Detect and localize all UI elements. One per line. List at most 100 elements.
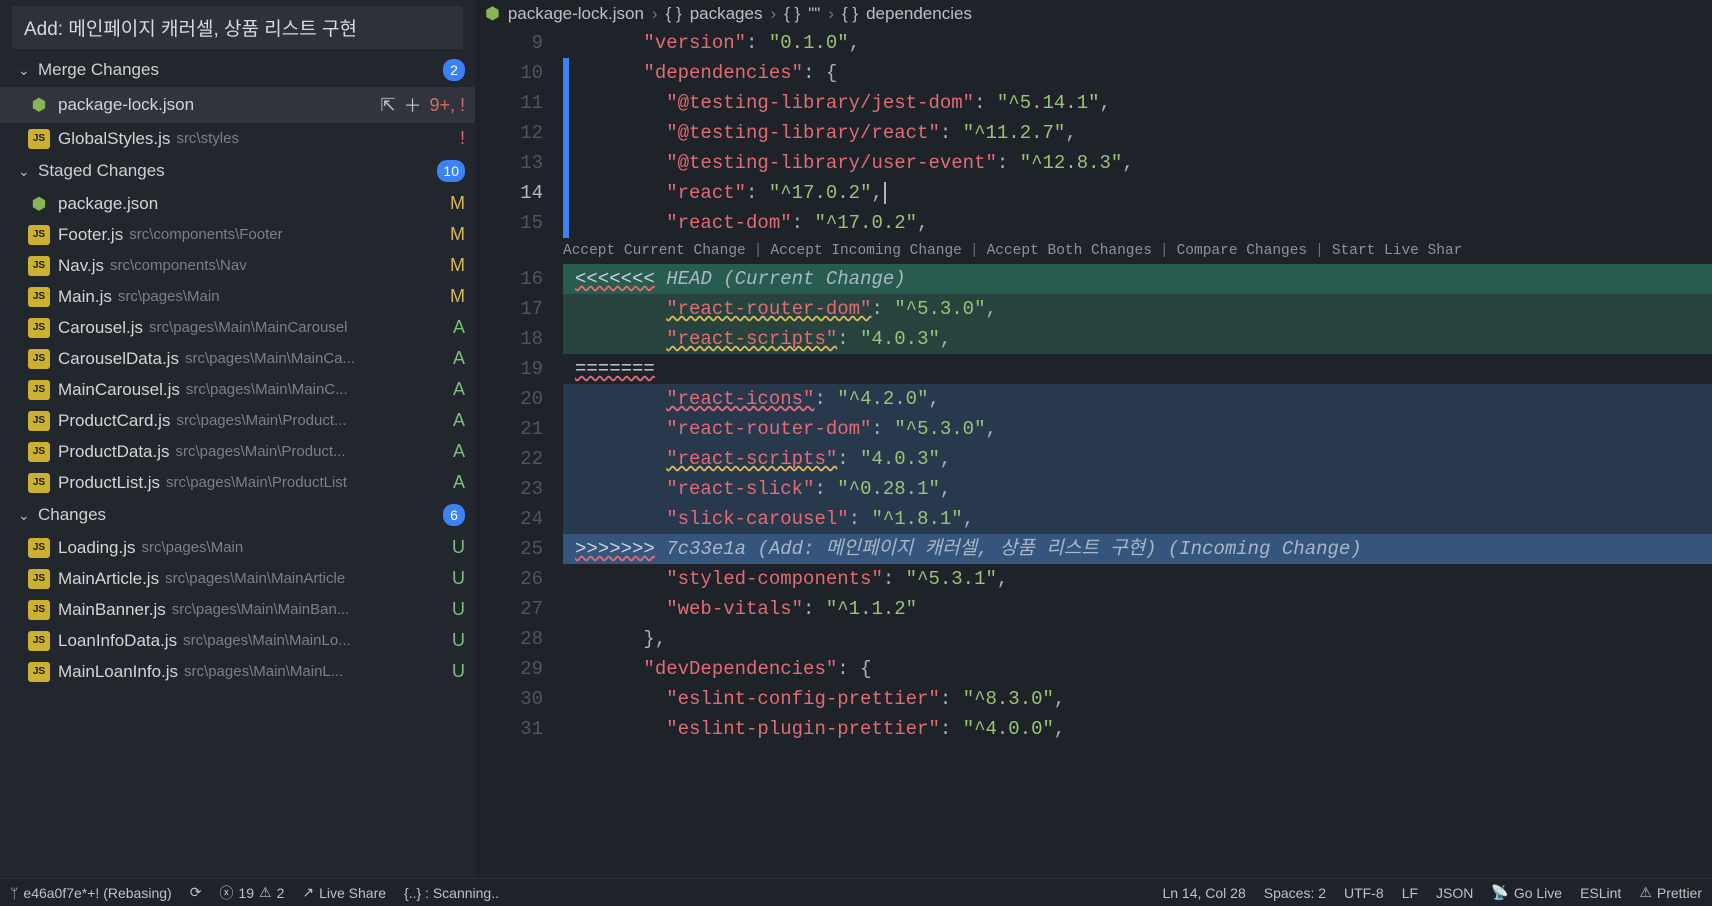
- code-line[interactable]: "@testing-library/jest-dom": "^5.14.1",: [563, 88, 1712, 118]
- compare-changes[interactable]: Compare Changes: [1177, 236, 1308, 266]
- code-line[interactable]: "web-vitals": "^1.1.2": [563, 594, 1712, 624]
- gutter-marker: [563, 118, 569, 148]
- section-staged-changes[interactable]: ⌄ Staged Changes 10: [0, 154, 475, 188]
- code-line[interactable]: "react-scripts": "4.0.3",: [563, 444, 1712, 474]
- code-line[interactable]: "eslint-config-prettier": "^8.3.0",: [563, 684, 1712, 714]
- file-row[interactable]: JS Loading.js src\pages\Main U: [0, 532, 475, 563]
- code-line[interactable]: "react-dom": "^17.0.2",: [563, 208, 1712, 238]
- staged-count-badge: 10: [437, 160, 465, 182]
- file-name: Main.js: [58, 287, 112, 307]
- branch-status[interactable]: ᛘ e46a0f7e*+! (Rebasing): [10, 885, 172, 901]
- eslint-status[interactable]: ESLint: [1580, 885, 1621, 901]
- file-row[interactable]: JS ProductData.js src\pages\Main\Product…: [0, 436, 475, 467]
- file-row[interactable]: JS Nav.js src\components\Nav M: [0, 250, 475, 281]
- breadcrumb-file[interactable]: package-lock.json: [508, 4, 644, 24]
- code-line[interactable]: "react-router-dom": "^5.3.0",: [563, 414, 1712, 444]
- file-path: src\pages\Main\ProductList: [166, 474, 347, 491]
- prettier-status[interactable]: ⚠ Prettier: [1639, 884, 1702, 901]
- code-line[interactable]: "react-router-dom": "^5.3.0",: [563, 294, 1712, 324]
- js-icon: JS: [28, 569, 50, 589]
- code-line[interactable]: },: [563, 624, 1712, 654]
- code-editor[interactable]: 9101112131415161718192021222324252627282…: [475, 28, 1712, 878]
- code-line[interactable]: <<<<<<< HEAD (Current Change): [563, 264, 1712, 294]
- code-line[interactable]: "@testing-library/user-event": "^12.8.3"…: [563, 148, 1712, 178]
- chevron-right-icon: ›: [828, 4, 834, 24]
- file-row[interactable]: ⬢ package.json M: [0, 188, 475, 219]
- section-label: Staged Changes: [38, 161, 165, 181]
- file-row[interactable]: ⬢ package-lock.json ⇱＋ 9+, !: [0, 87, 475, 123]
- sync-button[interactable]: ⟳: [190, 884, 202, 901]
- breadcrumb-seg[interactable]: dependencies: [866, 4, 972, 24]
- code-line[interactable]: "eslint-plugin-prettier": "^4.0.0",: [563, 714, 1712, 744]
- file-status: U: [452, 630, 465, 651]
- go-live-button[interactable]: 📡 Go Live: [1491, 884, 1562, 901]
- file-row[interactable]: JS Footer.js src\components\Footer M: [0, 219, 475, 250]
- commit-message-input[interactable]: Add: 메인페이지 캐러셀, 상품 리스트 구현: [12, 6, 463, 49]
- file-path: src\components\Footer: [129, 226, 282, 243]
- problems-status[interactable]: ⓧ19 ⚠2: [219, 883, 284, 903]
- code-line[interactable]: "react": "^17.0.2",: [563, 178, 1712, 208]
- code-line[interactable]: >>>>>>> 7c33e1a (Add: 메인페이지 캐러셀, 상품 리스트 …: [563, 534, 1712, 564]
- antenna-icon: 📡: [1491, 884, 1508, 901]
- accept-both-changes[interactable]: Accept Both Changes: [987, 236, 1152, 266]
- file-row[interactable]: JS LoanInfoData.js src\pages\Main\MainLo…: [0, 625, 475, 656]
- code-line[interactable]: "styled-components": "^5.3.1",: [563, 564, 1712, 594]
- file-name: MainLoanInfo.js: [58, 662, 178, 682]
- code-line[interactable]: "react-slick": "^0.28.1",: [563, 474, 1712, 504]
- file-status: !: [460, 128, 465, 149]
- cursor-position[interactable]: Ln 14, Col 28: [1162, 885, 1245, 901]
- file-row[interactable]: JS CarouselData.js src\pages\Main\MainCa…: [0, 343, 475, 374]
- accept-incoming-change[interactable]: Accept Incoming Change: [770, 236, 961, 266]
- file-row[interactable]: JS Main.js src\pages\Main M: [0, 281, 475, 312]
- file-status: M: [450, 255, 465, 276]
- file-name: Footer.js: [58, 225, 123, 245]
- section-merge-changes[interactable]: ⌄ Merge Changes 2: [0, 53, 475, 87]
- js-icon: JS: [28, 225, 50, 245]
- stage-icon[interactable]: ＋: [403, 92, 421, 118]
- file-status: U: [452, 568, 465, 589]
- code-line[interactable]: "@testing-library/react": "^11.2.7",: [563, 118, 1712, 148]
- code-line[interactable]: =======: [563, 354, 1712, 384]
- indent-status[interactable]: Spaces: 2: [1264, 885, 1326, 901]
- breadcrumb-seg[interactable]: "": [808, 4, 820, 24]
- file-row[interactable]: JS MainLoanInfo.js src\pages\Main\MainL.…: [0, 656, 475, 687]
- chevron-down-icon: ⌄: [18, 62, 32, 79]
- eol-status[interactable]: LF: [1402, 885, 1418, 901]
- code-line[interactable]: "devDependencies": {: [563, 654, 1712, 684]
- encoding-status[interactable]: UTF-8: [1344, 885, 1384, 901]
- open-file-icon[interactable]: ⇱: [380, 95, 395, 116]
- code-line[interactable]: "react-icons": "^4.2.0",: [563, 384, 1712, 414]
- brace-icon: { }: [784, 4, 800, 24]
- file-row[interactable]: JS MainArticle.js src\pages\Main\MainArt…: [0, 563, 475, 594]
- file-path: src\pages\Main: [118, 288, 220, 305]
- file-path: src\pages\Main\MainCarousel: [149, 319, 347, 336]
- file-path: src\pages\Main: [142, 539, 244, 556]
- file-status: U: [452, 537, 465, 558]
- js-icon: JS: [28, 631, 50, 651]
- file-row[interactable]: JS Carousel.js src\pages\Main\MainCarous…: [0, 312, 475, 343]
- breadcrumb-seg[interactable]: packages: [690, 4, 763, 24]
- merge-codelens: Accept Current Change| Accept Incoming C…: [563, 238, 1712, 264]
- file-row[interactable]: JS ProductCard.js src\pages\Main\Product…: [0, 405, 475, 436]
- file-row[interactable]: JS GlobalStyles.js src\styles !: [0, 123, 475, 154]
- accept-current-change[interactable]: Accept Current Change: [563, 236, 746, 266]
- file-name: GlobalStyles.js: [58, 129, 170, 149]
- file-path: src\pages\Main\MainArticle: [165, 570, 345, 587]
- code-line[interactable]: "react-scripts": "4.0.3",: [563, 324, 1712, 354]
- js-icon: JS: [28, 256, 50, 276]
- js-icon: JS: [28, 662, 50, 682]
- live-share-button[interactable]: ↗ Live Share: [302, 884, 386, 901]
- start-live-share[interactable]: Start Live Shar: [1332, 236, 1463, 266]
- js-icon: JS: [28, 411, 50, 431]
- breadcrumbs[interactable]: ⬢ package-lock.json › { } packages › { }…: [475, 0, 1712, 28]
- json-icon: ⬢: [28, 194, 50, 214]
- section-changes[interactable]: ⌄ Changes 6: [0, 498, 475, 532]
- file-name: Nav.js: [58, 256, 104, 276]
- file-row[interactable]: JS ProductList.js src\pages\Main\Product…: [0, 467, 475, 498]
- file-row[interactable]: JS MainCarousel.js src\pages\Main\MainC.…: [0, 374, 475, 405]
- language-status[interactable]: JSON: [1436, 885, 1473, 901]
- code-line[interactable]: "slick-carousel": "^1.8.1",: [563, 504, 1712, 534]
- file-row[interactable]: JS MainBanner.js src\pages\Main\MainBan.…: [0, 594, 475, 625]
- code-line[interactable]: "dependencies": {: [563, 58, 1712, 88]
- code-line[interactable]: "version": "0.1.0",: [563, 28, 1712, 58]
